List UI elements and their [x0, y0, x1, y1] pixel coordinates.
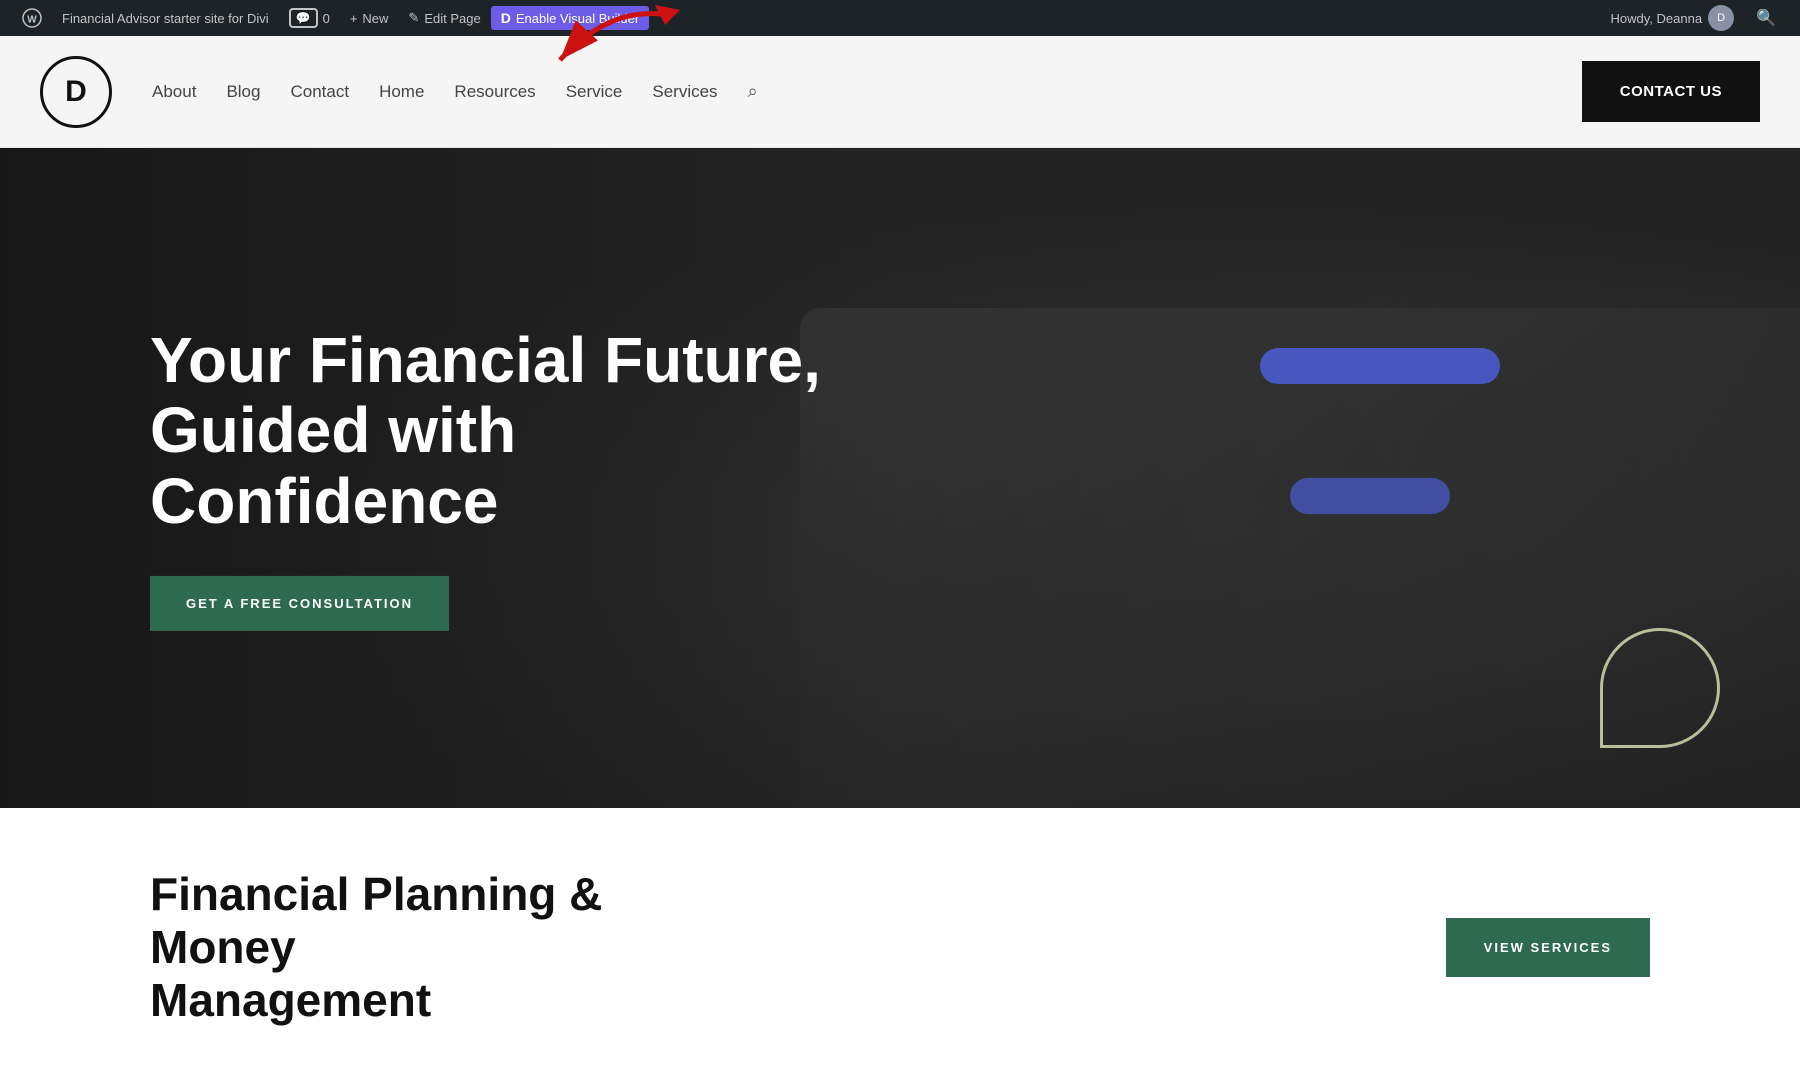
- site-logo[interactable]: D: [40, 56, 112, 128]
- site-header: D About Blog Contact Home Resources Serv…: [0, 36, 1800, 148]
- admin-edit-page[interactable]: ✎ Edit Page: [398, 0, 490, 36]
- site-nav: About Blog Contact Home Resources Servic…: [152, 81, 1582, 102]
- view-services-button[interactable]: VIEW SERVICES: [1446, 918, 1650, 977]
- admin-search-icon[interactable]: 🔍: [1744, 8, 1788, 28]
- nav-about[interactable]: About: [152, 82, 196, 102]
- nav-blog[interactable]: Blog: [226, 82, 260, 102]
- hero-content: Your Financial Future, Guided with Confi…: [150, 325, 850, 631]
- nav-service[interactable]: Service: [566, 82, 623, 102]
- svg-text:W: W: [27, 15, 37, 26]
- admin-bar: W Financial Advisor starter site for Div…: [0, 0, 1800, 36]
- logo-circle[interactable]: D: [40, 56, 112, 128]
- admin-comments[interactable]: 💬 0: [279, 0, 340, 36]
- below-fold-heading: Financial Planning & Money Management: [150, 868, 750, 1027]
- nav-contact[interactable]: Contact: [290, 82, 349, 102]
- admin-site-name[interactable]: Financial Advisor starter site for Divi: [52, 0, 279, 36]
- comment-icon: 💬: [289, 8, 318, 28]
- admin-enable-vb[interactable]: D Enable Visual Builder: [491, 6, 649, 30]
- admin-avatar: D: [1708, 5, 1734, 31]
- hero-heading: Your Financial Future, Guided with Confi…: [150, 325, 850, 536]
- chat-bubble-1: [1260, 348, 1500, 384]
- hero-section: Your Financial Future, Guided with Confi…: [0, 148, 1800, 808]
- admin-new[interactable]: + New: [340, 0, 399, 36]
- admin-howdy[interactable]: Howdy, Deanna D: [1601, 5, 1745, 31]
- nav-home[interactable]: Home: [379, 82, 424, 102]
- chat-bubble-2: [1290, 478, 1450, 514]
- chat-circle-decoration: [1600, 628, 1720, 748]
- below-fold-section: Financial Planning & Money Management VI…: [0, 808, 1800, 1087]
- hero-cta-button[interactable]: GET A FREE CONSULTATION: [150, 576, 449, 631]
- wp-logo-admin[interactable]: W: [12, 0, 52, 36]
- nav-resources[interactable]: Resources: [454, 82, 535, 102]
- contact-us-button[interactable]: CONTACT US: [1582, 61, 1760, 122]
- nav-search-icon[interactable]: ⌕: [748, 81, 758, 102]
- nav-services[interactable]: Services: [652, 82, 717, 102]
- wp-icon: W: [22, 8, 42, 28]
